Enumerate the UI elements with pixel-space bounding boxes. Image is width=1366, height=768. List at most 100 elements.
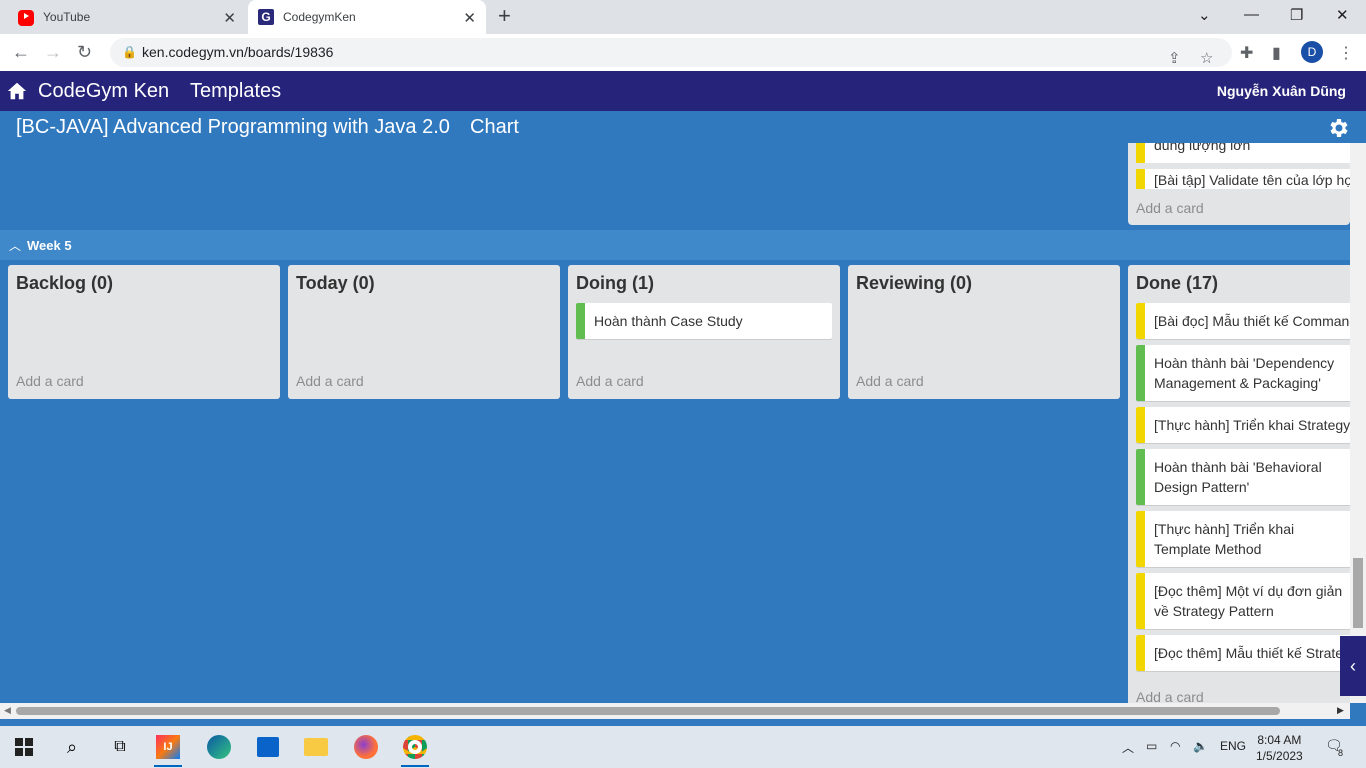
list-title: Today (0) [296,273,375,293]
add-card-button[interactable]: Add a card [296,373,364,389]
gear-icon[interactable] [1326,116,1350,140]
share-icon[interactable]: ⇪ [1168,44,1181,73]
list-item[interactable]: [Đọc thêm] Mẫu thiết kế Strategy [1136,635,1350,671]
card-text: Hoàn thành Case Study [594,313,743,329]
list-item[interactable]: [Bài tập] Validate tên của lớp học [1136,169,1350,189]
close-window-button[interactable]: ✕ [1336,6,1349,24]
tab-search-icon[interactable]: ⌄ [1198,6,1211,24]
done-cards-container[interactable]: [Bài đọc] Mẫu thiết kế Command Hoàn thàn… [1128,303,1350,679]
store-icon[interactable] [252,731,284,763]
scrollbar-thumb[interactable] [16,707,1280,715]
list-done: Done (17) [Bài đọc] Mẫu thiết kế Command… [1128,265,1350,715]
minimize-button[interactable]: — [1244,6,1259,23]
restore-button[interactable]: ❐ [1290,6,1303,24]
card-text: [Bài tập] Validate tên của lớp học [1154,172,1350,188]
windows-taskbar: ⌕ ⧉ IJ ︿ ▭ ◠ 🔈 ENG 8:04 AM 1/5/2023 🗨 8 [0,726,1366,768]
vertical-scrollbar[interactable] [1350,143,1366,703]
previous-week-done-list: dung lượng lớn [Bài tập] Validate tên củ… [1128,143,1350,225]
chrome-icon[interactable] [399,731,431,767]
search-icon[interactable]: ⌕ [56,731,88,763]
list-item[interactable]: [Đọc thêm] Một ví dụ đơn giản về Strateg… [1136,573,1350,629]
codegym-icon: G [258,9,274,25]
lock-icon: 🔒 [122,45,137,59]
chevron-left-icon: ‹ [1350,656,1356,676]
scrollbar-thumb[interactable] [1353,558,1363,628]
tab-title: YouTube [43,10,91,24]
url-text: ken.codegym.vn/boards/19836 [142,44,334,60]
side-panel-icon[interactable]: ▮ [1272,43,1281,63]
list-item[interactable]: [Thực hành] Triển khai Template Method [1136,511,1350,567]
list-backlog: Backlog (0) Add a card [8,265,280,399]
reload-icon[interactable]: ↻ [77,42,92,62]
list-item[interactable]: [Thực hành] Triển khai Strategy [1136,407,1350,443]
list-doing: Doing (1) Hoàn thành Case Study Add a ca… [568,265,840,399]
card-text: Hoàn thành bài 'Dependency Management & … [1154,355,1335,391]
week-label: Week 5 [27,238,72,253]
horizontal-scrollbar[interactable]: ◀ ▶ [0,703,1350,719]
language-indicator[interactable]: ENG [1220,739,1246,753]
extensions-icon[interactable]: ✚ [1240,43,1253,63]
chart-link[interactable]: Chart [470,116,519,139]
templates-link[interactable]: Templates [190,80,281,103]
wifi-icon[interactable]: ◠ [1170,739,1180,753]
list-item[interactable]: [Bài đọc] Mẫu thiết kế Command [1136,303,1350,339]
profile-avatar[interactable]: D [1301,41,1323,63]
list-title: Doing (1) [576,273,654,293]
card-text: [Thực hành] Triển khai Strategy [1154,417,1350,433]
collapse-panel-button[interactable]: ‹ [1340,636,1366,696]
list-today: Today (0) Add a card [288,265,560,399]
user-name[interactable]: Nguyễn Xuân Dũng [1217,83,1346,99]
chevron-up-icon[interactable]: ︿ [1122,739,1134,756]
tab-codegymken[interactable]: G CodegymKen ✕ [248,0,486,34]
brand-link[interactable]: CodeGym Ken [38,80,169,103]
tab-title: CodegymKen [283,10,356,24]
list-item[interactable]: Hoàn thành Case Study [576,303,832,339]
file-explorer-icon[interactable] [300,731,332,763]
list-item[interactable]: dung lượng lớn [1136,143,1350,163]
list-title: Backlog (0) [16,273,114,293]
time: 8:04 AM [1257,733,1302,747]
forward-icon[interactable]: → [44,42,62,62]
week-header[interactable]: ︿ Week 5 [0,230,1350,260]
scroll-right-icon[interactable]: ▶ [1337,705,1344,716]
chevron-up-icon[interactable]: ︿ [9,237,21,254]
windows-start-icon[interactable] [8,731,40,763]
intellij-icon[interactable]: IJ [152,731,184,767]
list-title: Done (17) [1136,273,1219,293]
add-card-button[interactable]: Add a card [856,373,924,389]
add-card-button[interactable]: Add a card [16,373,84,389]
task-view-icon[interactable]: ⧉ [104,731,136,763]
firefox-icon[interactable] [350,731,382,763]
youtube-icon [18,10,34,26]
browser-toolbar: ← → ↻ 🔒 ken.codegym.vn/boards/19836 ⇪ ☆ … [0,34,1366,71]
home-icon[interactable] [6,80,28,102]
list-reviewing: Reviewing (0) Add a card [848,265,1120,399]
list-title: Reviewing (0) [856,273,973,293]
add-card-button[interactable]: Add a card [1136,200,1204,216]
battery-icon[interactable]: ▭ [1146,739,1157,753]
app-header: CodeGym Ken Templates Nguyễn Xuân Dũng [0,71,1366,111]
card-text: dung lượng lớn [1154,143,1251,153]
board-title[interactable]: [BC-JAVA] Advanced Programming with Java… [16,116,450,139]
close-tab-icon[interactable]: ✕ [463,9,476,27]
list-item[interactable]: Hoàn thành bài 'Dependency Management & … [1136,345,1350,401]
close-tab-icon[interactable]: ✕ [223,9,236,27]
menu-icon[interactable]: ⋮ [1338,43,1354,63]
browser-tabstrip: YouTube ✕ G CodegymKen ✕ + ⌄ — ❐ ✕ [0,0,1366,34]
tab-youtube[interactable]: YouTube ✕ [8,0,246,34]
notification-count: 8 [1338,748,1344,758]
volume-icon[interactable]: 🔈 [1193,739,1208,753]
bookmark-star-icon[interactable]: ☆ [1200,44,1213,73]
date: 1/5/2023 [1256,749,1303,763]
back-icon[interactable]: ← [12,42,30,62]
card-text: [Thực hành] Triển khai Template Method [1154,521,1295,557]
clock[interactable]: 8:04 AM 1/5/2023 [1256,732,1303,764]
add-card-button[interactable]: Add a card [576,373,644,389]
edge-icon[interactable] [203,731,235,763]
card-text: [Bài đọc] Mẫu thiết kế Command [1154,313,1350,329]
new-tab-button[interactable]: + [498,5,511,27]
address-bar[interactable]: 🔒 ken.codegym.vn/boards/19836 ⇪ ☆ [110,38,1232,67]
list-item[interactable]: Hoàn thành bài 'Behavioral Design Patter… [1136,449,1350,505]
card-text: [Đọc thêm] Mẫu thiết kế Strategy [1154,645,1350,661]
scroll-left-icon[interactable]: ◀ [4,705,11,716]
